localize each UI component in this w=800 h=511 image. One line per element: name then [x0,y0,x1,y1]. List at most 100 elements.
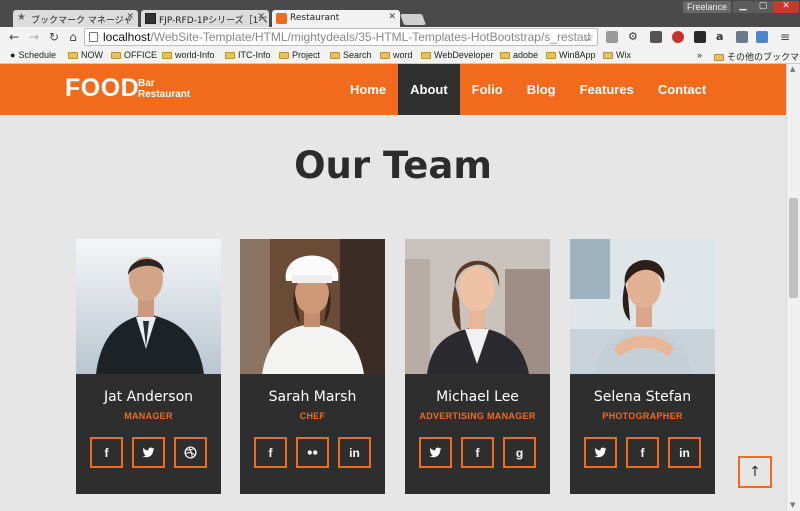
tab-title: Restaurant [290,13,340,23]
flickr-link[interactable] [296,437,329,468]
bookmark-folder[interactable]: word [380,50,413,60]
logo[interactable]: FOOD [65,74,139,103]
close-icon[interactable]: ✕ [126,12,134,22]
other-bookmarks[interactable]: その他のブックマーク [714,50,800,63]
bookmark-folder[interactable]: Win8App [546,50,596,60]
folder-icon [68,52,78,59]
translate-icon[interactable] [756,31,768,43]
bookmark-folder[interactable]: Wix [603,50,631,60]
extension-icon[interactable] [694,31,706,43]
google-link[interactable]: g [503,437,536,468]
team-card: Sarah Marsh CHEF f in [240,239,385,494]
bookmark-folder[interactable]: WebDeveloper [421,50,493,60]
profile-button[interactable]: Freelance [683,1,731,13]
nav-blog[interactable]: Blog [515,64,568,115]
back-arrow-icon[interactable]: ← [7,30,21,44]
team-photo [76,239,221,374]
page-scrollbar[interactable]: ▲ ▼ [786,64,800,511]
member-role: MANAGER [124,411,173,421]
address-bar[interactable]: localhost/WebSite-Template/HTML/mightyde… [84,28,598,46]
scroll-to-top-button[interactable]: ↑ [738,456,772,488]
page-viewport: FOOD Bar Restaurant Home About Folio Blo… [0,64,786,511]
url-host: localhost [103,30,151,44]
forward-arrow-icon[interactable]: → [27,30,41,44]
folder-icon [225,52,235,59]
maximize-button[interactable]: ▢ [753,1,773,13]
scrollbar-thumb[interactable] [789,198,798,298]
facebook-link[interactable]: f [461,437,494,468]
extension-icon[interactable] [672,31,684,43]
close-icon[interactable]: ✕ [257,12,265,22]
logo-tagline: Bar Restaurant [138,78,191,100]
nav-home[interactable]: Home [338,64,398,115]
shield-icon[interactable] [736,31,748,43]
linkedin-link[interactable]: in [668,437,701,468]
scroll-up-arrow-icon[interactable]: ▲ [790,65,795,73]
folder-icon [500,52,510,59]
close-icon[interactable]: ✕ [388,12,396,22]
extension-icon[interactable] [650,31,662,43]
member-name: Sarah Marsh [268,389,357,405]
bookmark-folder[interactable]: OFFICE [111,50,157,60]
nav-folio[interactable]: Folio [460,64,515,115]
tab-fjp-rfd[interactable]: FJP-RFD-1Pシリーズ［1ペ ✕ [141,10,269,27]
bookmark-folder[interactable]: world-Info [162,50,215,60]
linkedin-icon: in [349,445,360,460]
bookmark-star-icon[interactable]: ☆ [583,29,594,45]
browser-toolbar: ← → ↻ ⌂ localhost/WebSite-Template/HTML/… [0,27,800,47]
facebook-link[interactable]: f [626,437,659,468]
amazon-icon[interactable]: a [716,31,728,43]
social-links: f in [584,437,701,468]
team-photo [240,239,385,374]
facebook-link[interactable]: f [90,437,123,468]
linkedin-link[interactable]: in [338,437,371,468]
facebook-icon: f [475,445,480,460]
star-icon: ★ [17,12,26,23]
site-header: FOOD Bar Restaurant Home About Folio Blo… [0,64,786,115]
nav-features[interactable]: Features [568,64,646,115]
new-tab-button[interactable] [399,14,427,25]
twitter-icon [142,447,155,458]
member-name: Michael Lee [436,389,519,405]
window-close-button[interactable]: ✕ [773,1,799,13]
bookmark-folder[interactable]: Search [330,50,372,60]
url-path: /WebSite-Template/HTML/mightydeals/35-HT… [150,30,591,44]
team-photo [405,239,550,374]
facebook-icon: f [640,445,645,460]
home-icon[interactable]: ⌂ [66,30,80,44]
bookmark-schedule[interactable]: ● Schedule [10,50,56,60]
extension-icon[interactable] [606,31,618,43]
reload-icon[interactable]: ↻ [47,30,61,44]
folder-icon [380,52,390,59]
bookmark-folder[interactable]: adobe [500,50,538,60]
team-card: Selena Stefan PHOTOGRAPHER f in [570,239,715,494]
twitter-link[interactable] [584,437,617,468]
tab-bookmark-manager[interactable]: ★ ブックマーク マネージャ ✕ [13,10,138,27]
tab-restaurant[interactable]: Restaurant ✕ [272,10,400,27]
minimize-button[interactable]: ▁ [733,1,753,13]
nav-contact[interactable]: Contact [646,64,718,115]
nav-about[interactable]: About [398,64,460,115]
bookmark-folder[interactable]: NOW [68,50,103,60]
arrow-up-icon: ↑ [749,464,761,480]
apple-icon: ● [10,50,16,60]
member-role: PHOTOGRAPHER [602,411,683,421]
dribbble-link[interactable] [174,437,207,468]
twitter-link[interactable] [419,437,452,468]
folder-icon [603,52,613,59]
bookmark-folder[interactable]: Project [279,50,320,60]
member-name: Jat Anderson [103,389,194,405]
gear-icon[interactable]: ⚙ [628,31,640,43]
facebook-link[interactable]: f [254,437,287,468]
linkedin-icon: in [679,445,690,460]
scroll-down-arrow-icon[interactable]: ▼ [790,501,795,509]
google-icon: g [515,445,524,460]
menu-icon[interactable]: ≡ [778,30,792,44]
twitter-link[interactable] [132,437,165,468]
bookmark-folder[interactable]: ITC-Info [225,50,271,60]
browser-tabstrip: ★ ブックマーク マネージャ ✕ FJP-RFD-1Pシリーズ［1ペ ✕ Res… [0,0,800,27]
tab-title: FJP-RFD-1Pシリーズ［1ペ [159,16,268,26]
facebook-icon: f [104,445,109,460]
section-title: Our Team [294,144,492,187]
bookmarks-overflow-button[interactable]: » [697,50,702,60]
